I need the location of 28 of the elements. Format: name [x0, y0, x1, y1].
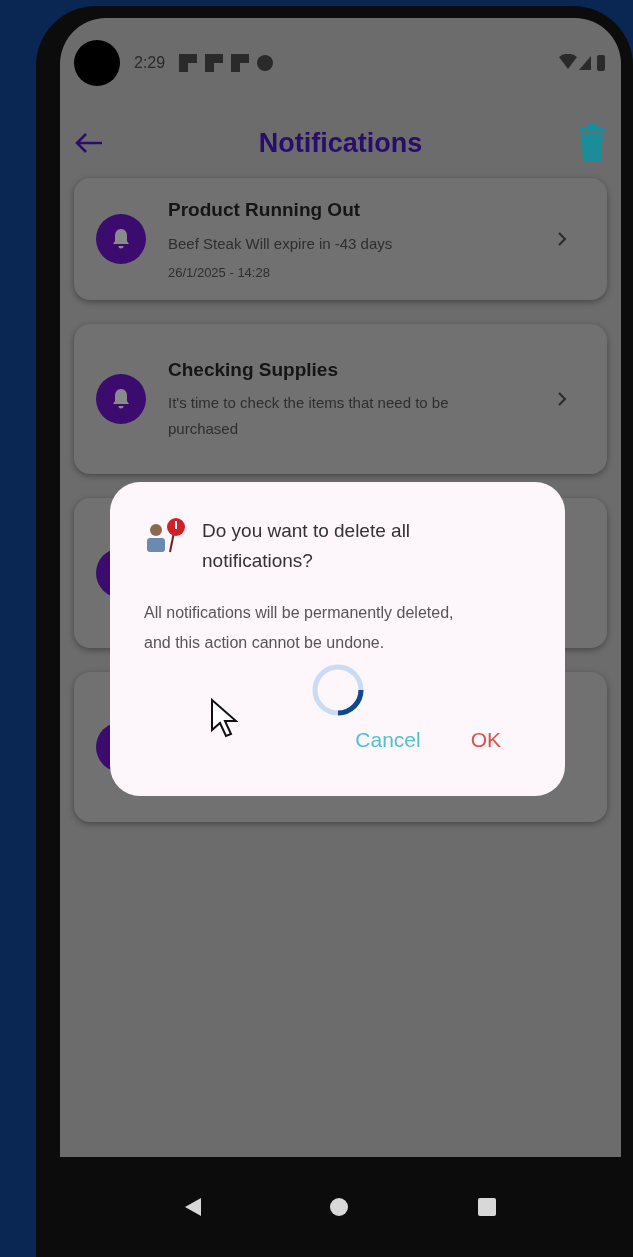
dialog-message: All notifications will be permanently deleted, and this action cannot be undone. — [144, 603, 455, 653]
notification-card[interactable]: Checking Supplies It's time to check the items that need to be purchased — [74, 324, 607, 474]
notification-title: Product Running Out — [168, 198, 362, 222]
notification-card[interactable]: Product Running Out Beef Steak Will expire in -43 days 26/1/2025 - 14:28 — [74, 178, 607, 300]
app-notification-icon — [231, 54, 250, 72]
notification-title: Checking Supplies — [168, 357, 339, 382]
app-notification-icon — [179, 54, 198, 72]
camera-hole — [74, 40, 120, 86]
notification-time: 26/1/2025 - 14:28 — [168, 263, 271, 282]
dialog-title: Do you want to delete all notifications? — [202, 519, 412, 573]
back-icon[interactable] — [184, 1198, 201, 1216]
app-notification-icon — [205, 54, 224, 72]
notification-message: It's time to check the items that need to be purchased — [168, 393, 450, 440]
bell-icon — [111, 228, 131, 250]
screen-title: Notifications — [257, 126, 424, 160]
mouse-pointer-icon — [210, 698, 238, 738]
cancel-button[interactable]: Cancel — [355, 724, 421, 756]
status-time: 2:29 — [134, 53, 166, 73]
bell-icon — [111, 388, 131, 410]
circle-status-icon — [257, 55, 274, 71]
notification-message: Beef Steak Will expire in -43 days — [168, 233, 394, 254]
back-arrow-icon[interactable] — [74, 132, 104, 154]
chevron-right-icon — [557, 391, 567, 407]
chevron-right-icon — [557, 231, 567, 247]
status-icons — [559, 54, 607, 72]
home-icon[interactable] — [330, 1198, 349, 1216]
recents-icon[interactable] — [478, 1198, 497, 1216]
ok-button[interactable]: OK — [470, 724, 501, 756]
